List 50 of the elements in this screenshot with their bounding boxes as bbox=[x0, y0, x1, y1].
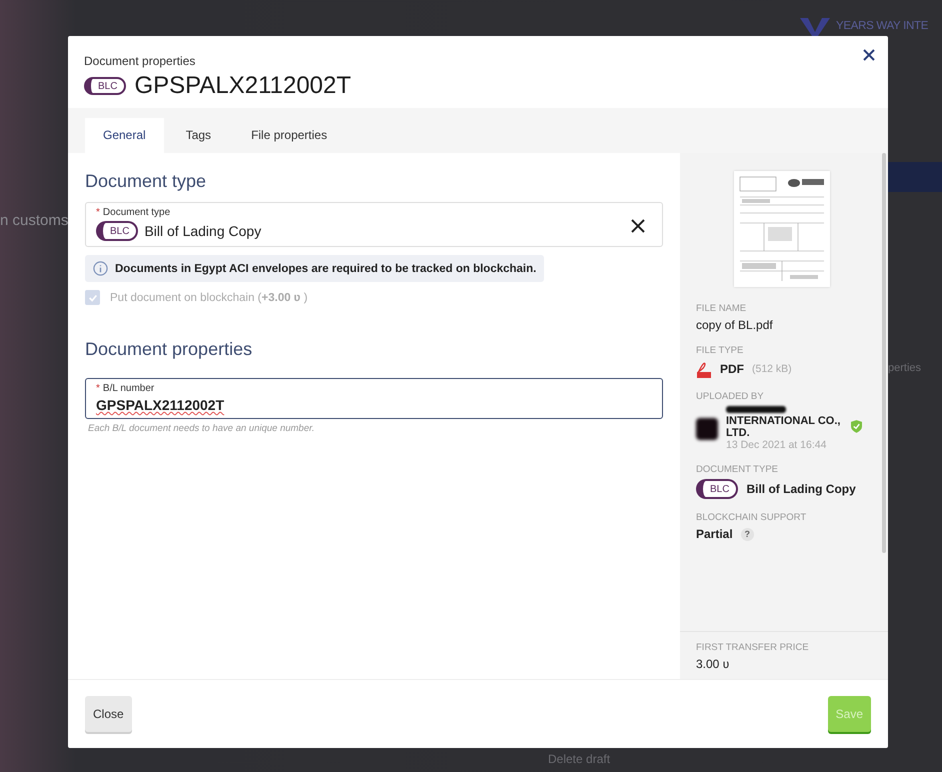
section-heading: Document properties bbox=[85, 339, 254, 360]
field-label: Document type bbox=[102, 207, 170, 218]
file-size: (512 kB) bbox=[752, 363, 792, 375]
detail-label: UPLOADED BY bbox=[696, 391, 765, 402]
support-level: Partial bbox=[696, 527, 733, 542]
file-name: copy of BL.pdf bbox=[696, 318, 774, 332]
field-value: Bill of Lading Copy bbox=[144, 223, 262, 239]
required-mark: * bbox=[96, 383, 100, 394]
field-hint: Each B/L document needs to have an unique number. bbox=[88, 423, 316, 434]
clear-icon[interactable] bbox=[631, 219, 645, 233]
tab[interactable]: General bbox=[85, 118, 164, 153]
type-badge: BLC bbox=[84, 77, 126, 95]
detail-label: FILE TYPE bbox=[696, 345, 744, 356]
required-mark: * bbox=[96, 207, 100, 218]
field-value: GPSPALX2112002T bbox=[96, 397, 224, 413]
detail-label: FIRST TRANSFER PRICE bbox=[696, 642, 810, 653]
help-icon[interactable]: ? bbox=[740, 528, 754, 541]
type-badge: BLC bbox=[96, 221, 138, 241]
logo-icon bbox=[800, 16, 830, 36]
bl-number-field[interactable]: * B/L number GPSPALX2112002T bbox=[85, 378, 663, 419]
background-text: n customs bbox=[0, 212, 68, 229]
info-text: Documents in Egypt ACI envelopes are required to be tracked on blockchain. bbox=[115, 262, 536, 274]
close-icon[interactable] bbox=[862, 48, 876, 62]
dialog-title: GPSPALX2112002T bbox=[134, 72, 352, 100]
detail-label: DOCUMENT TYPE bbox=[696, 464, 779, 476]
pdf-icon bbox=[696, 360, 712, 378]
upload-time: 13 Dec 2021 at 16:44 bbox=[726, 439, 828, 452]
field-label: B/L number bbox=[102, 383, 154, 394]
avatar bbox=[696, 418, 718, 440]
dialog-subtitle: Document properties bbox=[84, 54, 196, 68]
background-bar bbox=[888, 162, 942, 192]
uploader-name: INTERNATIONAL CO., LTD. bbox=[726, 415, 842, 440]
detail-label: BLOCKCHAIN SUPPORT bbox=[696, 512, 808, 524]
detail-label: FILE NAME bbox=[696, 303, 748, 314]
check-icon bbox=[88, 292, 98, 302]
tab[interactable]: File properties bbox=[233, 118, 346, 153]
document-type-field[interactable]: * Document type BLC Bill of Lading Copy bbox=[85, 202, 663, 247]
redaction-bar bbox=[726, 406, 786, 413]
type-badge: BLC bbox=[696, 479, 738, 500]
background-text: Delete draft bbox=[548, 752, 610, 766]
info-icon bbox=[93, 261, 108, 276]
price-value: 3.00 ʋ bbox=[696, 657, 730, 671]
company-name: YEARS WAY INTE bbox=[836, 20, 928, 32]
background-text: perties bbox=[888, 362, 922, 374]
checkbox-label: Put document on blockchain (+3.00 ʋ ) bbox=[110, 292, 308, 304]
section-heading: Document type bbox=[85, 171, 208, 192]
document-type: Bill of Lading Copy bbox=[746, 482, 856, 496]
file-type: PDF bbox=[720, 362, 744, 376]
tab[interactable]: Tags bbox=[168, 118, 230, 153]
close-button[interactable]: Close bbox=[85, 696, 132, 732]
